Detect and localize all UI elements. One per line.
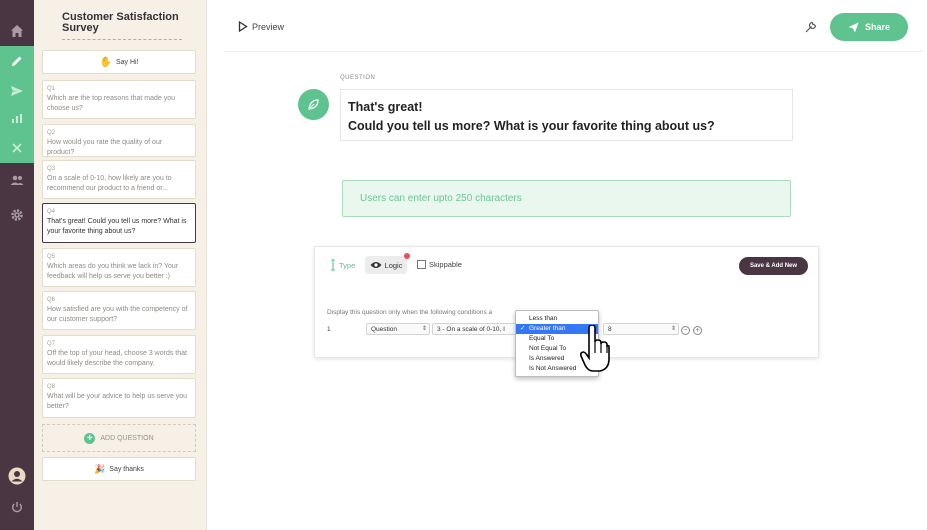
send-icon (848, 22, 859, 32)
wave-hand-icon: ✋ (99, 56, 112, 68)
question-select-value: 3 - On a scale of 0-10, I (437, 325, 505, 333)
left-rail (0, 0, 34, 530)
select-arrows-icon: ⇕ (670, 326, 676, 332)
question-text: On a scale of 0-10, how likely are you t… (47, 175, 172, 192)
rail-logout[interactable] (0, 492, 34, 522)
say-hi-label: Say Hi! (115, 58, 139, 66)
question-card-q5[interactable]: Q5 Which areas do you think we lack in? … (42, 248, 196, 287)
wrench-icon (805, 21, 817, 33)
preview-label: Preview (252, 21, 285, 32)
share-label: Share (864, 22, 890, 32)
skippable-label: Skippable (429, 260, 462, 269)
condition-description: Display this question only when the foll… (327, 309, 493, 316)
plus-icon: + (84, 432, 96, 444)
top-bar: Preview Share (224, 0, 924, 52)
field-select-value: Question (371, 325, 398, 333)
checkmark-icon: ✓ (520, 325, 526, 332)
preview-button[interactable]: Preview (238, 21, 284, 32)
question-card-q6[interactable]: Q6 How satisfied are you with the compet… (42, 291, 196, 330)
say-hi-card[interactable]: ✋ Say Hi! (42, 50, 196, 74)
question-line-1: That's great! (348, 100, 423, 114)
eye-icon (370, 262, 382, 268)
question-text: Which are the top reasons that made you … (47, 95, 176, 112)
survey-title: Customer Satisfaction Survey (62, 12, 182, 40)
pencil-icon (12, 56, 22, 66)
home-icon (11, 25, 23, 37)
rail-home[interactable] (0, 16, 34, 46)
remove-condition-button[interactable]: − (681, 326, 690, 335)
question-card-q1[interactable]: Q1 Which are the top reasons that made y… (42, 80, 196, 119)
condition-row-number: 1 (327, 326, 331, 333)
gear-icon (11, 209, 23, 221)
say-thanks-card[interactable]: 🎉 Say thanks (42, 457, 196, 481)
rail-analytics[interactable] (0, 103, 34, 133)
save-add-new-button[interactable]: Save & Add New (739, 257, 808, 275)
close-icon (12, 143, 22, 153)
add-condition-button[interactable]: + (693, 326, 702, 335)
question-number: Q5 (47, 254, 56, 260)
tab-logic-label: Logic (384, 260, 403, 270)
select-arrows-icon: ⇕ (421, 326, 427, 332)
question-text-box[interactable]: That's great! Could you tell us more? Wh… (340, 89, 793, 141)
tab-type-label: Type (339, 260, 356, 270)
question-number: Q8 (47, 384, 56, 390)
add-question-button[interactable]: + ADD QUESTION (42, 424, 196, 452)
question-text: Which areas do you think we lack in? You… (47, 263, 179, 280)
question-list-panel: Customer Satisfaction Survey ✋ Say Hi! Q… (34, 0, 207, 530)
question-card-q4[interactable]: Q4 That's great! Could you tell us more?… (42, 203, 196, 243)
answer-placeholder: Users can enter upto 250 characters (360, 193, 522, 204)
value-select[interactable]: 8 ⇕ (603, 323, 679, 335)
field-select[interactable]: Question ⇕ (366, 323, 430, 335)
question-text: That's great! Could you tell us more? Wh… (47, 218, 187, 235)
wrench-button[interactable] (804, 20, 818, 39)
question-card-q3[interactable]: Q3 On a scale of 0-10, how likely are yo… (42, 160, 196, 199)
checkbox-box[interactable] (417, 260, 426, 269)
rail-integrations[interactable] (0, 133, 34, 163)
question-text: How would you rate the quality of our pr… (47, 139, 163, 156)
rail-distribute[interactable] (0, 76, 34, 106)
rail-users[interactable] (0, 165, 34, 195)
power-icon (12, 502, 22, 513)
notification-dot (404, 253, 410, 259)
question-number: Q4 (47, 209, 56, 215)
rail-edit[interactable] (0, 46, 34, 76)
question-card-q2[interactable]: Q2 How would you rate the quality of our… (42, 124, 196, 157)
tab-logic[interactable]: Logic (365, 253, 410, 274)
rail-profile[interactable] (0, 461, 34, 491)
question-number: Q2 (47, 130, 56, 136)
question-label: QUESTION (340, 75, 376, 81)
users-icon (10, 175, 24, 185)
question-text: How satisfied are you with the competenc… (47, 306, 188, 323)
operator-option-label: Greater than (529, 325, 566, 332)
rail-settings[interactable] (0, 200, 34, 230)
question-card-q7[interactable]: Q7 Off the top of your head, choose 3 wo… (42, 335, 196, 374)
text-cursor-icon (331, 259, 335, 271)
play-icon (238, 21, 248, 32)
operator-option[interactable]: Less than (516, 314, 598, 324)
question-number: Q3 (47, 166, 56, 172)
party-popper-icon: 🎉 (94, 463, 106, 474)
question-card-q8[interactable]: Q8 What will be your advice to help us s… (42, 378, 196, 418)
bar-chart-icon (12, 114, 22, 123)
leaf-icon (308, 99, 319, 110)
question-number: Q6 (47, 297, 56, 303)
question-text: Off the top of your head, choose 3 words… (47, 350, 187, 367)
question-line-2: Could you tell us more? What is your fav… (348, 119, 715, 133)
answer-preview-box: Users can enter upto 250 characters (342, 180, 791, 217)
avatar-icon (8, 467, 26, 485)
send-icon (11, 86, 23, 96)
question-number: Q7 (47, 341, 56, 347)
share-button[interactable]: Share (830, 13, 908, 41)
question-text: What will be your advice to help us serv… (47, 393, 188, 410)
tab-type[interactable]: Type (330, 259, 355, 271)
say-thanks-label: Say thanks (109, 465, 144, 473)
hand-cursor-icon (579, 324, 610, 378)
skippable-checkbox[interactable]: Skippable (417, 260, 462, 269)
question-select[interactable]: 3 - On a scale of 0-10, I (432, 323, 518, 335)
add-question-label: ADD QUESTION (100, 434, 154, 442)
question-number: Q1 (47, 86, 56, 92)
bot-avatar (298, 89, 329, 120)
